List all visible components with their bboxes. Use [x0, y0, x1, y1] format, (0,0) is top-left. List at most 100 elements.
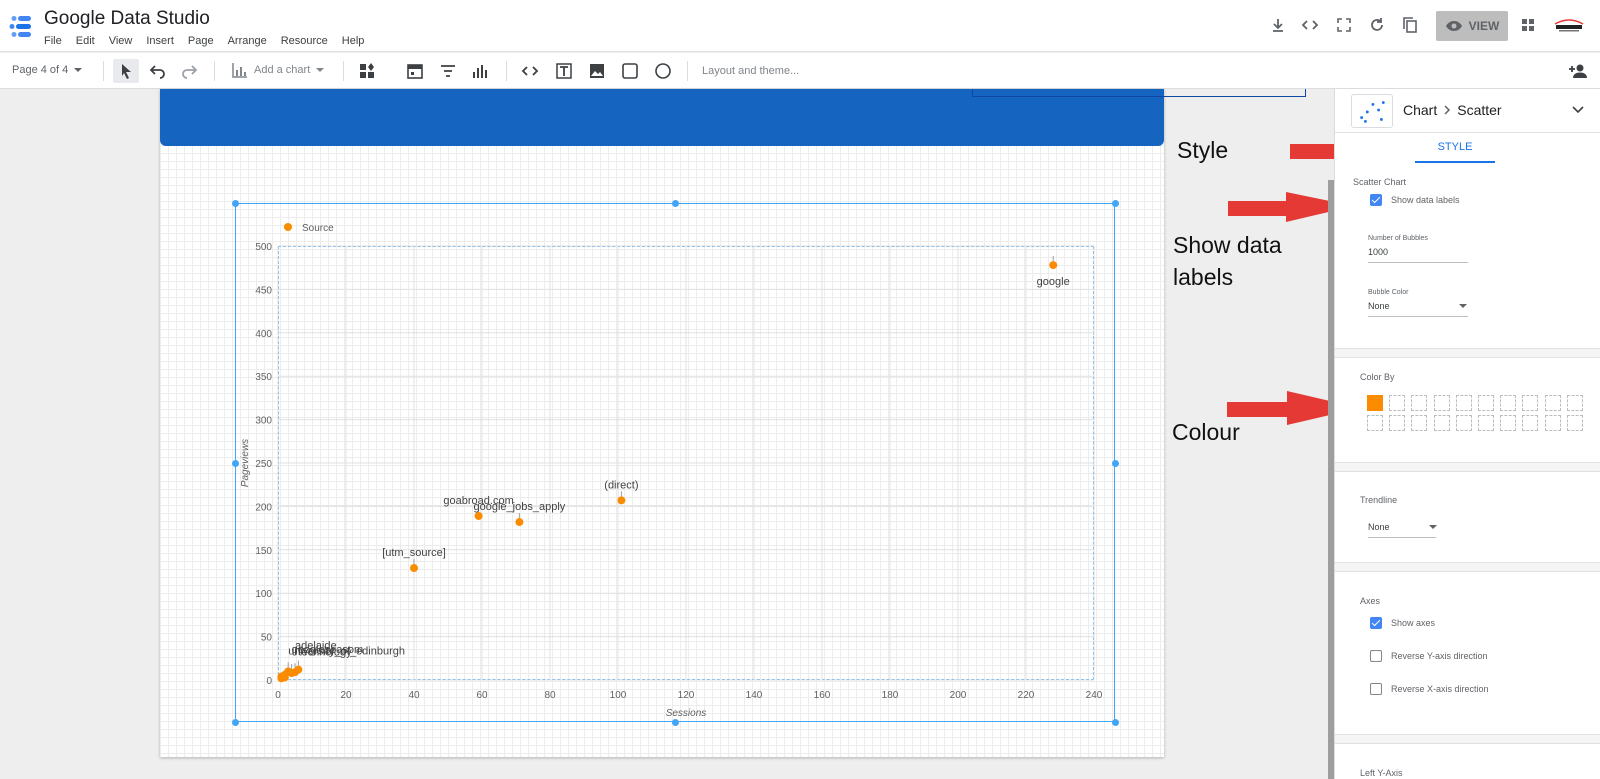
eye-icon [1445, 21, 1462, 31]
color-swatch-empty[interactable] [1367, 415, 1383, 431]
resize-handle[interactable] [1112, 200, 1119, 207]
undo-icon[interactable] [148, 62, 166, 80]
rectangle-icon[interactable] [621, 62, 639, 80]
dropdown-caret-icon[interactable] [1429, 525, 1437, 529]
copy-icon[interactable] [1401, 16, 1419, 34]
resize-handle[interactable] [232, 460, 239, 467]
color-swatch-empty[interactable] [1500, 415, 1517, 431]
bubble-color-select[interactable]: None [1368, 301, 1390, 311]
color-by-section: Color By [1335, 357, 1600, 463]
color-swatch-empty[interactable] [1433, 415, 1450, 431]
menu-page[interactable]: Page [188, 35, 214, 47]
select-underline [1368, 316, 1468, 317]
resize-handle[interactable] [1112, 719, 1119, 726]
color-swatch-empty[interactable] [1500, 395, 1517, 411]
divider [506, 61, 507, 81]
number-of-bubbles-input[interactable]: 1000 [1368, 247, 1388, 257]
divider [214, 61, 215, 81]
url-embed-icon[interactable] [521, 62, 539, 80]
menu-insert[interactable]: Insert [146, 35, 174, 47]
color-swatch-empty[interactable] [1544, 415, 1561, 431]
left-y-axis-section: Left Y-Axis [1335, 743, 1600, 779]
annotation-style: Style [1177, 137, 1229, 163]
color-swatch-empty[interactable] [1478, 395, 1494, 411]
select-pointer-icon[interactable] [117, 62, 135, 80]
add-chart-label: Add a chart [254, 64, 311, 76]
breadcrumb-chart[interactable]: Chart [1403, 102, 1437, 118]
chevron-down-icon [74, 68, 83, 72]
section-title: Axes [1360, 596, 1381, 606]
scatter-chart-section: Scatter Chart Show data labels Number of… [1335, 165, 1600, 349]
panel-header: Chart Scatter [1335, 89, 1600, 133]
account-logo[interactable] [1553, 16, 1585, 34]
color-swatch-empty[interactable] [1522, 415, 1539, 431]
color-swatch-empty[interactable] [1433, 395, 1450, 411]
color-swatch-empty[interactable] [1566, 415, 1583, 431]
menu-resource[interactable]: Resource [281, 35, 328, 47]
menu-help[interactable]: Help [342, 35, 365, 47]
color-swatch-empty[interactable] [1566, 395, 1583, 411]
show-axes-checkbox[interactable] [1370, 617, 1382, 629]
app-header: Google Data Studio File Edit View Insert… [0, 0, 1600, 52]
color-swatch-empty[interactable] [1389, 415, 1406, 431]
apps-grid-icon[interactable] [1519, 16, 1537, 34]
breadcrumb: Chart Scatter [1403, 102, 1502, 118]
color-swatch-empty[interactable] [1455, 415, 1472, 431]
page-selector[interactable]: Page 4 of 4 [12, 64, 83, 76]
menu-arrange[interactable]: Arrange [228, 35, 267, 47]
circle-icon[interactable] [654, 62, 672, 80]
data-studio-logo[interactable] [8, 13, 34, 39]
data-control-icon[interactable] [471, 62, 489, 80]
color-swatch-empty[interactable] [1411, 395, 1428, 411]
show-data-labels-checkbox[interactable] [1370, 194, 1382, 206]
annotation-show-data-labels-line1: Show data [1173, 232, 1282, 258]
menu-view[interactable]: View [109, 35, 133, 47]
section-title: Color By [1360, 372, 1395, 382]
download-icon[interactable] [1269, 16, 1287, 34]
color-swatch-empty[interactable] [1389, 395, 1406, 411]
refresh-icon[interactable] [1368, 16, 1386, 34]
color-swatch-empty[interactable] [1478, 415, 1494, 431]
color-swatch-selected[interactable] [1367, 395, 1383, 411]
show-data-labels-label: Show data labels [1391, 195, 1460, 205]
image-icon[interactable] [588, 62, 606, 80]
panel-body: Scatter Chart Show data labels Number of… [1335, 165, 1600, 779]
menu-file[interactable]: File [44, 35, 62, 47]
add-person-icon[interactable] [1568, 61, 1588, 81]
trendline-select[interactable]: None [1368, 522, 1390, 532]
resize-handle[interactable] [232, 200, 239, 207]
scatter-chart-thumbnail-icon[interactable] [1351, 94, 1393, 128]
color-swatch-empty[interactable] [1455, 395, 1472, 411]
color-swatch-empty[interactable] [1411, 415, 1428, 431]
color-swatch-empty[interactable] [1544, 395, 1561, 411]
annotation-show-data-labels-line2: labels [1173, 264, 1234, 290]
chart-selection-frame[interactable] [235, 203, 1115, 722]
layout-theme-button[interactable]: Layout and theme... [702, 65, 799, 77]
redo-icon[interactable] [181, 62, 199, 80]
section-title: Scatter Chart [1353, 177, 1407, 187]
community-viz-icon[interactable] [358, 62, 376, 80]
reverse-y-checkbox[interactable] [1370, 650, 1382, 662]
view-button[interactable]: VIEW [1436, 11, 1508, 41]
filter-control-icon[interactable] [439, 62, 457, 80]
tab-style[interactable]: STYLE [1415, 135, 1495, 163]
resize-handle[interactable] [672, 200, 679, 207]
resize-handle[interactable] [1112, 460, 1119, 467]
select-underline [1368, 537, 1436, 538]
input-underline [1368, 262, 1468, 263]
resize-handle[interactable] [232, 719, 239, 726]
menu-bar: File Edit View Insert Page Arrange Resou… [44, 35, 378, 47]
menu-edit[interactable]: Edit [76, 35, 95, 47]
resize-handle[interactable] [672, 719, 679, 726]
embed-icon[interactable] [1301, 16, 1319, 34]
add-chart-button[interactable]: Add a chart [232, 62, 325, 78]
dropdown-caret-icon[interactable] [1459, 304, 1467, 308]
reverse-x-checkbox[interactable] [1370, 683, 1382, 695]
divider [343, 61, 344, 81]
chevron-down-icon[interactable] [1571, 103, 1585, 117]
chevron-down-icon [316, 68, 325, 72]
color-swatch-empty[interactable] [1522, 395, 1539, 411]
fullscreen-icon[interactable] [1335, 16, 1353, 34]
text-box-icon[interactable] [555, 62, 573, 80]
date-range-icon[interactable] [406, 62, 424, 80]
